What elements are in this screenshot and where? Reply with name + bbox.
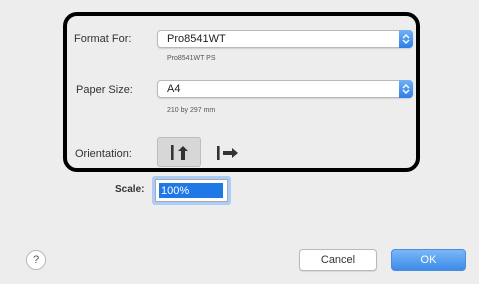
scale-input[interactable] (159, 183, 223, 198)
ok-button[interactable]: OK (391, 249, 466, 271)
scale-field[interactable] (155, 179, 228, 202)
orientation-label: Orientation: (75, 148, 132, 160)
popup-stepper-icon (399, 30, 413, 48)
orientation-landscape-button[interactable] (206, 137, 250, 167)
format-for-value: Pro8541WT (167, 33, 226, 45)
paper-size-subtitle: 210 by 297 mm (167, 107, 216, 114)
format-for-label: Format For: (74, 33, 132, 45)
page-setup-dialog: Format For: Pro8541WT Pro8541WT PS Paper… (0, 0, 479, 284)
paper-size-value: A4 (167, 83, 181, 95)
paper-size-popup[interactable]: A4 (157, 80, 413, 98)
landscape-orientation-icon (217, 146, 238, 160)
orientation-portrait-button[interactable] (157, 137, 201, 167)
paper-size-label: Paper Size: (76, 84, 133, 96)
portrait-orientation-icon (171, 145, 188, 160)
scale-label: Scale: (115, 184, 145, 195)
format-for-popup[interactable]: Pro8541WT (157, 30, 413, 48)
help-button[interactable]: ? (26, 250, 46, 270)
popup-stepper-icon (399, 80, 413, 98)
cancel-button[interactable]: Cancel (299, 249, 377, 271)
format-for-subtitle: Pro8541WT PS (167, 55, 216, 62)
